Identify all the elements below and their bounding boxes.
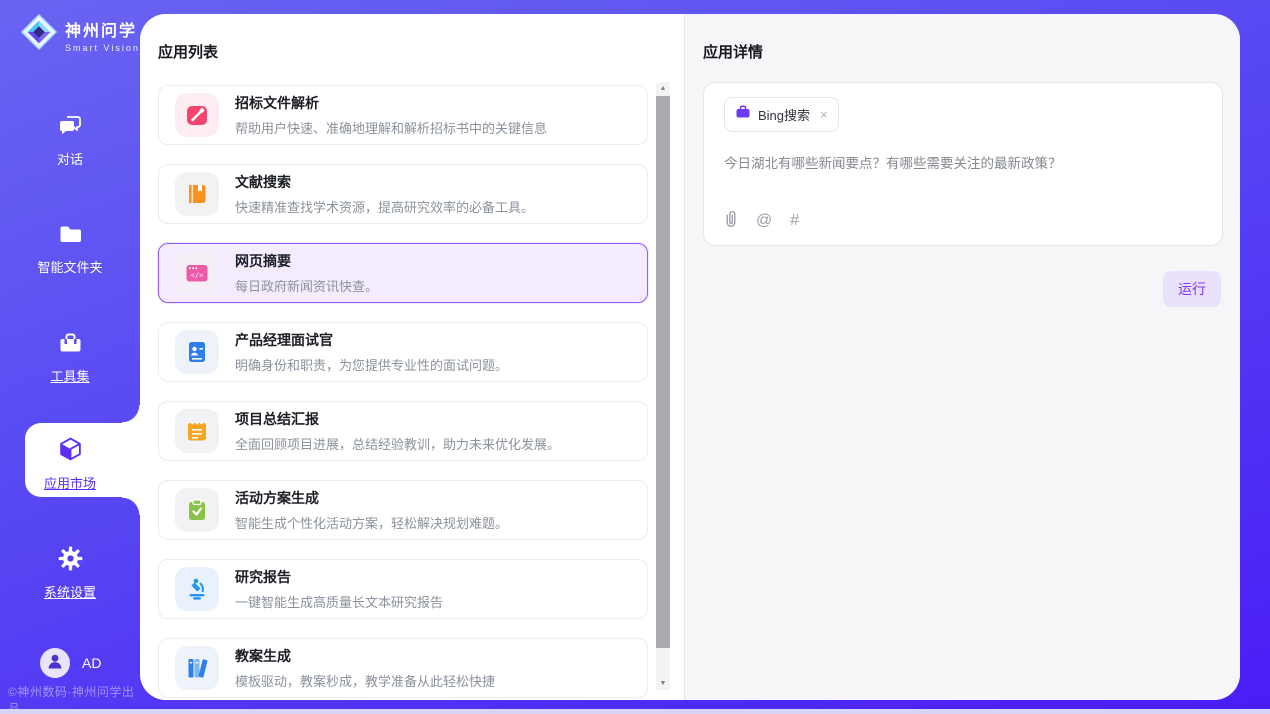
app-card[interactable]: 项目总结汇报 全面回顾项目进展，总结经验教训，助力未来优化发展。 xyxy=(158,401,648,461)
gear-icon xyxy=(57,545,84,577)
app-detail-panel: 应用详情 Bing搜索 × 今日湖北有哪些新闻要点？有哪些需要关注的最新政策？ xyxy=(684,14,1240,700)
cube-icon xyxy=(57,436,84,468)
sidebar-item-chat[interactable]: 对话 xyxy=(0,113,140,168)
tool-tag-label: Bing搜索 xyxy=(758,105,810,124)
app-card-description: 全面回顾项目进展，总结经验教训，助力未来优化发展。 xyxy=(235,434,560,453)
scrollbar-down-button[interactable]: ▼ xyxy=(656,677,670,690)
query-card[interactable]: Bing搜索 × 今日湖北有哪些新闻要点？有哪些需要关注的最新政策？ @ # xyxy=(703,82,1223,246)
app-card-title: 产品经理面试官 xyxy=(235,330,508,350)
app-card-description: 智能生成个性化活动方案，轻松解决规划难题。 xyxy=(235,513,508,532)
sidebar: 神州问学 Smart Vision 对话 智能文件夹 xyxy=(0,0,140,714)
app-card-list: 招标文件解析 帮助用户快速、准确地理解和解析招标书中的关键信息 文献搜索 快速精… xyxy=(158,85,648,700)
main-content: 应用列表 招标文件解析 帮助用户快速、准确地理解和解析招标书中的关键信息 文献搜… xyxy=(140,14,1240,700)
sidebar-item-toolset[interactable]: 工具集 xyxy=(0,330,140,385)
close-icon[interactable]: × xyxy=(820,108,828,121)
run-button[interactable]: 运行 xyxy=(1163,271,1221,307)
avatar xyxy=(40,648,70,678)
app-card[interactable]: 产品经理面试官 明确身份和职责，为您提供专业性的面试问题。 xyxy=(158,322,648,382)
user-initials: AD xyxy=(82,655,101,671)
app-detail-title: 应用详情 xyxy=(703,41,763,62)
chat-icon xyxy=(57,113,84,144)
clipboard-check-icon xyxy=(175,488,219,532)
user-account[interactable]: AD xyxy=(40,648,101,678)
svg-text:</>: </> xyxy=(191,272,204,280)
app-card-title: 网页摘要 xyxy=(235,251,378,271)
microscope-icon xyxy=(175,567,219,611)
sidebar-item-smart-folder[interactable]: 智能文件夹 xyxy=(0,221,140,276)
browser-code-icon: </> xyxy=(175,251,219,295)
app-card-selected[interactable]: </> 网页摘要 每日政府新闻资讯快查。 xyxy=(158,243,648,303)
person-icon xyxy=(45,651,65,676)
briefcase-icon xyxy=(735,104,751,125)
app-list-title: 应用列表 xyxy=(158,41,218,62)
app-card[interactable]: 教案生成 模板驱动，教案秒成，教学准备从此轻松快捷 xyxy=(158,638,648,698)
app-card-description: 明确身份和职责，为您提供专业性的面试问题。 xyxy=(235,355,508,374)
sidebar-item-label: 工具集 xyxy=(0,366,140,385)
app-card-title: 招标文件解析 xyxy=(235,93,547,113)
app-list-panel: 应用列表 招标文件解析 帮助用户快速、准确地理解和解析招标书中的关键信息 文献搜… xyxy=(140,14,684,700)
app-card-description: 模板驱动，教案秒成，教学准备从此轻松快捷 xyxy=(235,671,495,690)
scrollbar[interactable]: ▲ ▼ xyxy=(656,82,670,690)
app-card-title: 研究报告 xyxy=(235,567,443,587)
at-icon[interactable]: @ xyxy=(756,213,772,229)
app-card-description: 一键智能生成高质量长文本研究报告 xyxy=(235,592,443,611)
hash-icon[interactable]: # xyxy=(790,213,799,229)
app-card[interactable]: 文献搜索 快速精准查找学术资源，提高研究效率的必备工具。 xyxy=(158,164,648,224)
brand-name: 神州问学 xyxy=(65,23,137,40)
app-card[interactable]: 招标文件解析 帮助用户快速、准确地理解和解析招标书中的关键信息 xyxy=(158,85,648,145)
sidebar-item-label: 智能文件夹 xyxy=(0,257,140,276)
sidebar-item-label: 对话 xyxy=(0,149,140,168)
sidebar-item-settings[interactable]: 系统设置 xyxy=(0,545,140,601)
notepad-icon xyxy=(175,409,219,453)
sidebar-item-label: 系统设置 xyxy=(0,582,140,601)
app-card-description: 每日政府新闻资讯快查。 xyxy=(235,276,378,295)
paperclip-icon[interactable] xyxy=(724,210,738,232)
bottom-edge-strip xyxy=(0,709,1270,714)
brand-tagline: Smart Vision xyxy=(65,43,140,53)
books-icon xyxy=(175,646,219,690)
edit-square-icon xyxy=(175,93,219,137)
toolbox-icon xyxy=(57,330,84,361)
app-card[interactable]: 研究报告 一键智能生成高质量长文本研究报告 xyxy=(158,559,648,619)
scrollbar-up-button[interactable]: ▲ xyxy=(656,82,670,95)
attachment-toolbar: @ # xyxy=(724,210,799,232)
query-text[interactable]: 今日湖北有哪些新闻要点？有哪些需要关注的最新政策？ xyxy=(724,154,1202,174)
book-icon xyxy=(175,172,219,216)
folder-icon xyxy=(57,221,84,252)
app-card-title: 活动方案生成 xyxy=(235,488,508,508)
scrollbar-thumb[interactable] xyxy=(656,96,670,648)
sidebar-item-app-market[interactable]: 应用市场 xyxy=(0,436,140,492)
app-card-title: 教案生成 xyxy=(235,646,495,666)
app-card[interactable]: 活动方案生成 智能生成个性化活动方案，轻松解决规划难题。 xyxy=(158,480,648,540)
app-card-description: 快速精准查找学术资源，提高研究效率的必备工具。 xyxy=(235,197,534,216)
app-card-description: 帮助用户快速、准确地理解和解析招标书中的关键信息 xyxy=(235,118,547,137)
resume-icon xyxy=(175,330,219,374)
app-card-title: 项目总结汇报 xyxy=(235,409,560,429)
brand-diamond-icon xyxy=(20,13,58,56)
app-card-title: 文献搜索 xyxy=(235,172,534,192)
tool-tag-bing-search[interactable]: Bing搜索 × xyxy=(724,97,839,132)
sidebar-item-label: 应用市场 xyxy=(0,473,140,492)
brand-logo: 神州问学 Smart Vision xyxy=(20,13,140,56)
